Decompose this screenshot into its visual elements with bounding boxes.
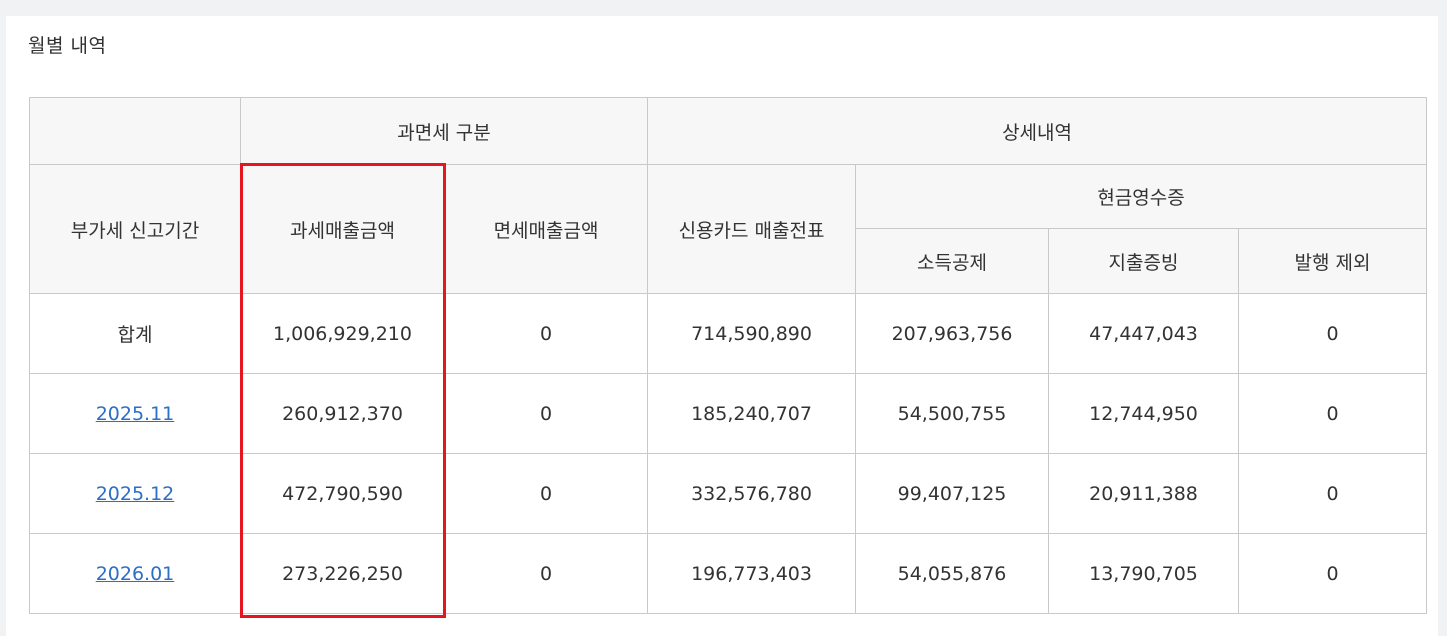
header-tax-type-group: 과면세 구분 <box>239 97 649 165</box>
excluded-cell: 0 <box>1238 533 1428 614</box>
taxable-sales-cell: 273,226,250 <box>240 533 445 614</box>
header-exempt-sales: 면세매출금액 <box>443 164 649 294</box>
period-cell: 2025.11 <box>29 373 241 454</box>
excluded-cell: 0 <box>1238 373 1428 454</box>
period-cell: 2026.01 <box>29 533 241 614</box>
header-credit-card: 신용카드 매출전표 <box>647 164 857 294</box>
section-title: 월별 내역 <box>28 35 107 57</box>
exempt-sales-cell: 0 <box>443 373 649 454</box>
header-excluded: 발행 제외 <box>1238 228 1428 294</box>
credit-card-cell: 714,590,890 <box>647 293 857 374</box>
expense-proof-cell: 12,744,950 <box>1048 373 1240 454</box>
taxable-sales-cell: 472,790,590 <box>240 453 445 534</box>
table-row: 2025.12 472,790,590 0 332,576,780 99,407… <box>29 453 1428 534</box>
header-expense-proof: 지출증빙 <box>1048 228 1240 294</box>
period-cell: 2025.12 <box>29 453 241 534</box>
table-row-total: 합계 1,006,929,210 0 714,590,890 207,963,7… <box>29 293 1428 374</box>
expense-proof-cell: 47,447,043 <box>1048 293 1240 374</box>
credit-card-cell: 196,773,403 <box>647 533 857 614</box>
exempt-sales-cell: 0 <box>443 453 649 534</box>
expense-proof-cell: 13,790,705 <box>1048 533 1240 614</box>
table-row: 2026.01 273,226,250 0 196,773,403 54,055… <box>29 533 1428 614</box>
header-income-deduction: 소득공제 <box>855 228 1050 294</box>
taxable-sales-cell: 260,912,370 <box>240 373 445 454</box>
header-blank <box>29 97 241 165</box>
income-deduction-cell: 54,055,876 <box>855 533 1050 614</box>
period-link[interactable]: 2025.11 <box>96 403 175 425</box>
period-total-label: 합계 <box>29 293 241 374</box>
taxable-sales-cell: 1,006,929,210 <box>240 293 445 374</box>
excluded-cell: 0 <box>1238 453 1428 534</box>
credit-card-cell: 332,576,780 <box>647 453 857 534</box>
period-link[interactable]: 2025.12 <box>96 483 175 505</box>
period-link[interactable]: 2026.01 <box>96 563 175 585</box>
exempt-sales-cell: 0 <box>443 533 649 614</box>
header-cash-receipt: 현금영수증 <box>855 164 1428 229</box>
income-deduction-cell: 207,963,756 <box>855 293 1050 374</box>
table-row: 2025.11 260,912,370 0 185,240,707 54,500… <box>29 373 1428 454</box>
exempt-sales-cell: 0 <box>443 293 649 374</box>
monthly-history-table: 과면세 구분 상세내역 부가세 신고기간 과세매출금액 면세매출금액 신용카드 … <box>29 97 1428 614</box>
header-taxable-sales: 과세매출금액 <box>240 164 445 294</box>
excluded-cell: 0 <box>1238 293 1428 374</box>
income-deduction-cell: 99,407,125 <box>855 453 1050 534</box>
credit-card-cell: 185,240,707 <box>647 373 857 454</box>
expense-proof-cell: 20,911,388 <box>1048 453 1240 534</box>
header-period: 부가세 신고기간 <box>29 164 241 294</box>
income-deduction-cell: 54,500,755 <box>855 373 1050 454</box>
header-detail-group: 상세내역 <box>647 97 1428 165</box>
